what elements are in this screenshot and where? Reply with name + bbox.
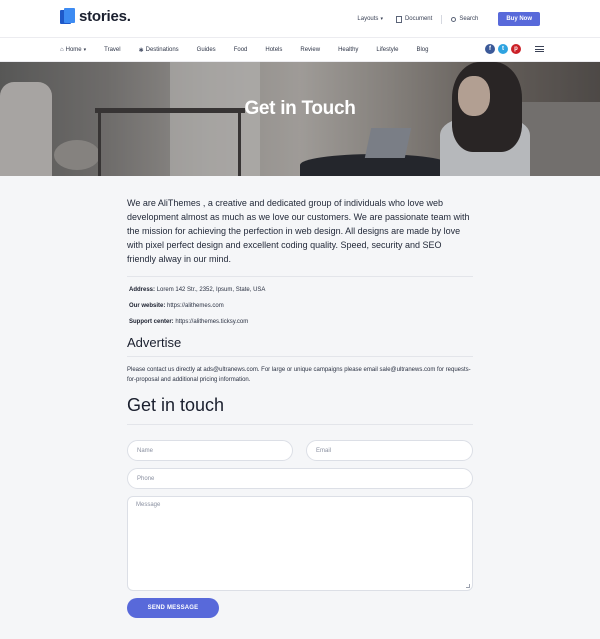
page-title: Get in Touch	[244, 98, 356, 119]
address-label: Address:	[129, 287, 156, 293]
website-label: Our website:	[129, 303, 166, 309]
nav-label: Lifestyle	[376, 47, 399, 53]
nav-item-hotels[interactable]: Hotels	[265, 47, 282, 53]
facebook-icon[interactable]: f	[485, 44, 495, 54]
main-content: We are AliThemes , a creative and dedica…	[127, 196, 473, 425]
nav-item-food[interactable]: Food	[234, 47, 248, 53]
divider	[127, 424, 473, 425]
nav-items: ⌂ Home ▾ Travel ✱ Destinations Guides Fo…	[60, 38, 446, 62]
top-header: stories. Layouts ▾ Document Search Buy N…	[0, 0, 600, 38]
nav-label: Blog	[416, 47, 429, 53]
nav-label: Hotels	[265, 47, 283, 53]
nav-item-home[interactable]: ⌂ Home ▾	[60, 47, 86, 53]
support-link[interactable]: https://alithemes.ticksy.com	[175, 319, 248, 325]
top-links: Layouts ▾ Document Search Buy Now	[357, 12, 540, 26]
name-input[interactable]: Name	[127, 440, 293, 461]
advertise-text: Please contact us directly at ads@ultran…	[127, 367, 471, 383]
buy-now-button[interactable]: Buy Now	[498, 12, 540, 26]
nav-item-healthy[interactable]: Healthy	[338, 47, 358, 53]
website-line: Our website: https://alithemes.com	[127, 303, 473, 309]
chevron-down-icon: ▾	[83, 47, 87, 53]
nav-item-travel[interactable]: Travel	[104, 47, 120, 53]
site-logo[interactable]: stories.	[60, 8, 131, 25]
resize-handle-icon[interactable]	[466, 584, 470, 588]
nav-label: Destinations	[145, 47, 179, 53]
advertise-heading: Advertise	[127, 335, 182, 350]
search-link[interactable]: Search	[451, 16, 478, 22]
logo-mark-icon	[60, 8, 75, 25]
divider	[127, 356, 473, 357]
compass-icon: ✱	[138, 47, 144, 54]
menu-icon[interactable]	[535, 46, 544, 52]
support-label: Support center:	[129, 319, 174, 325]
about-text: We are AliThemes , a creative and dedica…	[127, 198, 470, 264]
home-icon: ⌂	[60, 47, 64, 53]
nav-label: Home	[65, 47, 82, 53]
divider	[389, 15, 390, 24]
email-input[interactable]: Email	[306, 440, 473, 461]
nav-label: Healthy	[338, 47, 359, 53]
pinterest-icon[interactable]: p	[511, 44, 521, 54]
nav-item-blog[interactable]: Blog	[416, 47, 428, 53]
divider	[441, 14, 443, 24]
form-heading: Get in touch	[127, 395, 225, 415]
nav-item-destinations[interactable]: ✱ Destinations	[139, 47, 179, 54]
message-textarea[interactable]: Message	[127, 496, 473, 591]
twitter-icon[interactable]: t	[498, 44, 508, 54]
document-icon	[395, 15, 402, 23]
document-link[interactable]: Document	[395, 15, 433, 23]
layouts-label: Layouts	[357, 16, 379, 22]
nav-label: Food	[233, 47, 248, 53]
nav-label: Guides	[196, 47, 216, 53]
website-link[interactable]: https://alithemes.com	[167, 303, 224, 309]
search-icon	[451, 16, 457, 22]
phone-input[interactable]: Phone	[127, 468, 473, 489]
nav-label: Travel	[104, 47, 121, 53]
logo-text: stories.	[79, 8, 131, 25]
document-label: Document	[404, 16, 433, 22]
chevron-down-icon: ▾	[380, 16, 383, 22]
nav-label: Review	[300, 47, 321, 53]
social-links: f t p	[482, 44, 544, 54]
search-label: Search	[459, 16, 479, 22]
address-value: Lorem 142 Str., 2352, Ipsum, State, USA	[156, 287, 266, 293]
message-placeholder: Message	[136, 502, 161, 508]
main-nav: ⌂ Home ▾ Travel ✱ Destinations Guides Fo…	[0, 38, 600, 62]
support-line: Support center: https://alithemes.ticksy…	[127, 319, 473, 325]
address-line: Address: Lorem 142 Str., 2352, Ipsum, St…	[127, 287, 473, 293]
nav-item-review[interactable]: Review	[300, 47, 320, 53]
divider	[127, 276, 473, 277]
nav-item-lifestyle[interactable]: Lifestyle	[376, 47, 398, 53]
nav-item-guides[interactable]: Guides	[197, 47, 216, 53]
hero-banner: Get in Touch	[0, 62, 600, 176]
send-message-button[interactable]: SEND MESSAGE	[127, 598, 219, 618]
layouts-menu[interactable]: Layouts ▾	[357, 16, 383, 22]
